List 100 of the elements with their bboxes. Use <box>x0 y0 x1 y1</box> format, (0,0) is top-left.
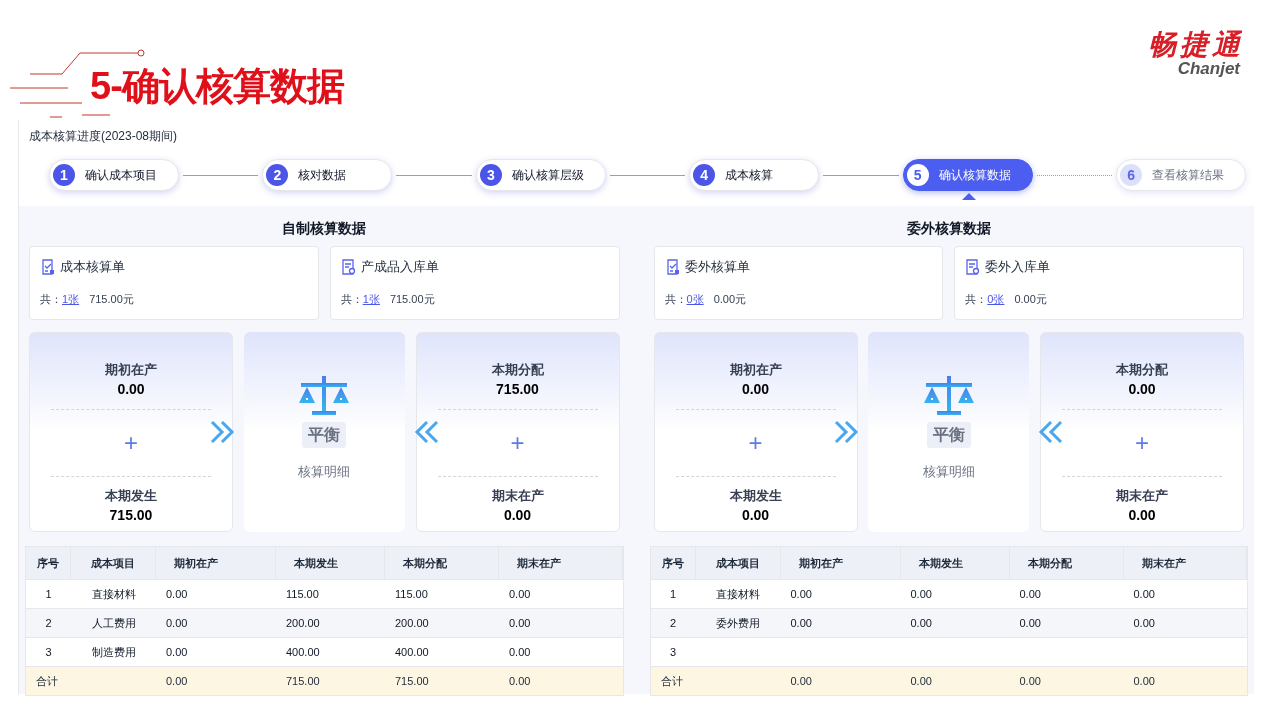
step-number: 6 <box>1120 164 1143 186</box>
table-cell-text: 0.00 <box>910 673 932 689</box>
step-number: 5 <box>906 164 929 186</box>
amount-label: 本期发生 <box>105 487 157 505</box>
amount-value: 0.00 <box>117 380 145 399</box>
detail-link[interactable]: 核算明细 <box>298 462 351 482</box>
amount-text: 715.00元 <box>89 291 134 307</box>
slide-title: 5-确认核算数据 <box>90 64 345 109</box>
double-chevron-right-icon <box>834 420 861 444</box>
column-header: 期末在产 <box>1141 555 1186 571</box>
total-label: 合计 <box>660 673 683 689</box>
step-label: 确认核算数据 <box>938 167 1011 184</box>
column-header: 成本项目 <box>91 555 135 571</box>
total-label: 共： <box>340 291 363 307</box>
amount-text: 0.00元 <box>1014 291 1047 307</box>
table-cell-text: 0.00 <box>1019 615 1041 631</box>
amount-value: 715.00 <box>109 506 153 525</box>
section-title: 委外核算数据 <box>905 219 992 238</box>
step-number: 3 <box>479 164 502 186</box>
balance-status: 平衡 <box>302 422 347 448</box>
table-cell-text: 0.00 <box>790 615 812 631</box>
table-cell-text: 0.00 <box>166 586 188 602</box>
count-link[interactable]: 0张 <box>987 290 1005 307</box>
table-cell-text: 200.00 <box>286 615 320 631</box>
amount-label: 期末在产 <box>1116 487 1168 505</box>
count-link[interactable]: 1张 <box>362 290 380 307</box>
balance-status: 平衡 <box>926 422 971 448</box>
amount-value: 715.00 <box>496 380 539 399</box>
scale-icon <box>921 376 976 416</box>
column-header: 成本项目 <box>715 555 760 571</box>
table-cell-text: 0.00 <box>166 673 188 689</box>
column-header: 本期发生 <box>294 555 338 571</box>
amount-label: 期初在产 <box>105 361 157 379</box>
amount-text: 0.00元 <box>713 291 747 307</box>
detail-link[interactable]: 核算明细 <box>922 462 975 482</box>
amount-value: 0.00 <box>741 506 770 525</box>
step-label: 确认成本项目 <box>85 167 157 184</box>
table-cell-text: 715.00 <box>286 673 320 689</box>
document-name: 成本核算单 <box>60 258 125 276</box>
step-tab[interactable]: 1 确认成本项目 <box>49 159 179 191</box>
amount-label: 本期分配 <box>1116 361 1168 379</box>
column-header: 期初在产 <box>798 555 843 571</box>
table-cell-text: 0.00 <box>509 673 531 689</box>
total-label: 共： <box>965 291 988 307</box>
step-tab[interactable]: 3 确认核算层级 <box>475 159 606 191</box>
amount-label: 期初在产 <box>729 361 782 379</box>
table-cell-text: 2 <box>45 615 52 631</box>
table-cell-text: 制造费用 <box>91 644 136 660</box>
plus-sign: + <box>124 431 138 455</box>
table-cell-text: 400.00 <box>395 644 429 660</box>
table-cell-text: 0.00 <box>790 673 812 689</box>
amount-value: 0.00 <box>503 506 532 525</box>
amount-label: 本期发生 <box>729 487 782 505</box>
table-cell-text: 0.00 <box>1133 673 1155 689</box>
table-cell-text: 0.00 <box>1019 586 1041 602</box>
amount-text: 715.00元 <box>389 291 435 307</box>
document-icon <box>40 258 55 275</box>
amount-value: 0.00 <box>1128 506 1156 525</box>
section-title: 自制核算数据 <box>281 219 368 238</box>
table-cell-text: 0.00 <box>1019 673 1041 689</box>
table-cell-text: 115.00 <box>395 586 428 602</box>
total-label: 合计 <box>36 673 58 689</box>
table-cell-text: 0.00 <box>509 615 531 631</box>
table-cell-text: 直接材料 <box>716 586 760 602</box>
step-number: 1 <box>53 164 75 186</box>
document-name: 委外入库单 <box>985 258 1051 276</box>
column-header: 本期发生 <box>918 555 963 571</box>
plus-sign: + <box>1135 431 1149 455</box>
step-label: 成本核算 <box>725 167 774 184</box>
table-cell-text: 人工费用 <box>91 615 136 631</box>
plus-sign: + <box>748 431 763 455</box>
table-cell-text: 0.00 <box>166 644 188 660</box>
step-label: 查看核算结果 <box>1152 167 1225 184</box>
table-cell-text: 115.00 <box>286 586 319 602</box>
table-cell-text: 0.00 <box>1133 586 1155 602</box>
logo-text: 畅捷通 <box>1148 30 1244 60</box>
document-name: 产成品入库单 <box>360 258 439 276</box>
double-chevron-right-icon <box>209 420 236 444</box>
table-cell-text: 0.00 <box>509 644 531 660</box>
table-cell-text: 0.00 <box>910 586 932 602</box>
step-number: 2 <box>266 164 289 186</box>
table-cell-text: 直接材料 <box>91 586 136 602</box>
table-cell-text: 1 <box>669 586 677 602</box>
double-chevron-left-icon <box>1037 420 1064 444</box>
step-label: 核对数据 <box>298 167 347 184</box>
count-link[interactable]: 1张 <box>62 290 80 307</box>
table-cell-text: 200.00 <box>395 615 429 631</box>
document-name: 委外核算单 <box>684 258 750 276</box>
progress-label: 成本核算进度(2023-08期间) <box>28 128 179 144</box>
column-header: 期初在产 <box>174 555 218 571</box>
table-cell-text: 3 <box>669 644 677 660</box>
step-tab[interactable]: 2 核对数据 <box>262 159 393 191</box>
amount-value: 0.00 <box>741 380 770 399</box>
count-link[interactable]: 0张 <box>686 290 704 307</box>
step-tab[interactable]: 4 成本核算 <box>689 159 820 191</box>
column-header: 本期分配 <box>1027 555 1072 571</box>
table-cell-text: 委外费用 <box>716 615 760 631</box>
total-label: 共： <box>40 291 62 307</box>
document-icon <box>965 258 981 275</box>
table-cell-text: 3 <box>45 644 52 660</box>
